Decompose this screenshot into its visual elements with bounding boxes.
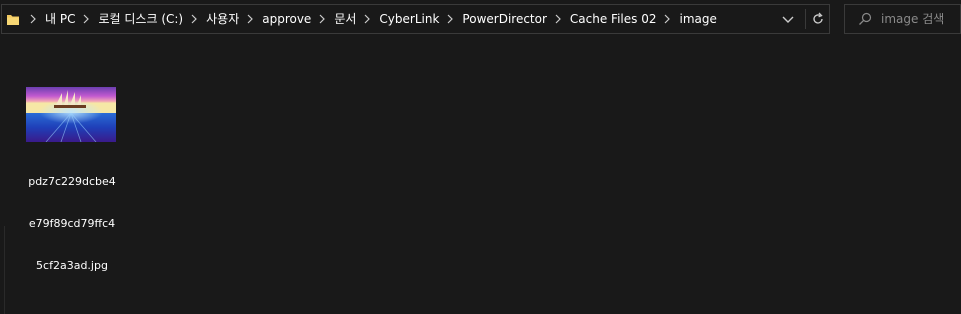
folder-icon <box>7 15 19 25</box>
chevron-right-icon[interactable] <box>190 14 198 24</box>
file-list-view[interactable]: pdz7c229dcbe4 e79f89cd79ffc4 5cf2a3ad.jp… <box>0 40 961 314</box>
chevron-right-icon[interactable] <box>363 14 371 24</box>
search-input[interactable] <box>881 5 960 33</box>
file-name-line: e79f89cd79ffc4 <box>28 217 116 230</box>
file-name: pdz7c229dcbe4 e79f89cd79ffc4 5cf2a3ad.jp… <box>22 147 122 301</box>
breadcrumb-item-cache-files[interactable]: Cache Files 02 <box>570 5 657 33</box>
navigation-bar: 내 PC 로컬 디스크 (C:) 사용자 approve 문서 CyberLin… <box>0 0 961 40</box>
breadcrumb-item-approve[interactable]: approve <box>262 5 311 33</box>
breadcrumb-item-image[interactable]: image <box>679 5 716 33</box>
breadcrumb-item-users[interactable]: 사용자 <box>206 5 239 33</box>
divider <box>805 9 806 29</box>
chevron-right-icon[interactable] <box>318 14 326 24</box>
breadcrumb-item-local-disk[interactable]: 로컬 디스크 (C:) <box>98 5 183 33</box>
chevron-right-icon[interactable] <box>246 14 254 24</box>
pane-divider <box>4 226 5 314</box>
chevron-right-icon[interactable] <box>663 14 671 24</box>
refresh-icon[interactable] <box>809 10 827 28</box>
breadcrumb: 내 PC 로컬 디스크 (C:) 사용자 approve 문서 CyberLin… <box>22 5 717 33</box>
file-name-line: 5cf2a3ad.jpg <box>36 259 108 272</box>
breadcrumb-item-documents[interactable]: 문서 <box>334 5 356 33</box>
search-box[interactable] <box>844 4 961 34</box>
breadcrumb-item-cyberlink[interactable]: CyberLink <box>379 5 439 33</box>
address-bar[interactable]: 내 PC 로컬 디스크 (C:) 사용자 approve 문서 CyberLin… <box>1 4 830 34</box>
breadcrumb-item-my-pc[interactable]: 내 PC <box>45 5 75 33</box>
file-item[interactable]: pdz7c229dcbe4 e79f89cd79ffc4 5cf2a3ad.jp… <box>22 84 122 272</box>
image-thumbnail <box>26 87 116 142</box>
search-icon <box>859 12 872 25</box>
chevron-right-icon[interactable] <box>446 14 454 24</box>
breadcrumb-item-powerdirector[interactable]: PowerDirector <box>462 5 547 33</box>
chevron-right-icon[interactable] <box>29 14 37 24</box>
chevron-right-icon[interactable] <box>554 14 562 24</box>
chevron-down-icon[interactable] <box>779 10 797 28</box>
file-name-line: pdz7c229dcbe4 <box>28 175 116 188</box>
chevron-right-icon[interactable] <box>82 14 90 24</box>
